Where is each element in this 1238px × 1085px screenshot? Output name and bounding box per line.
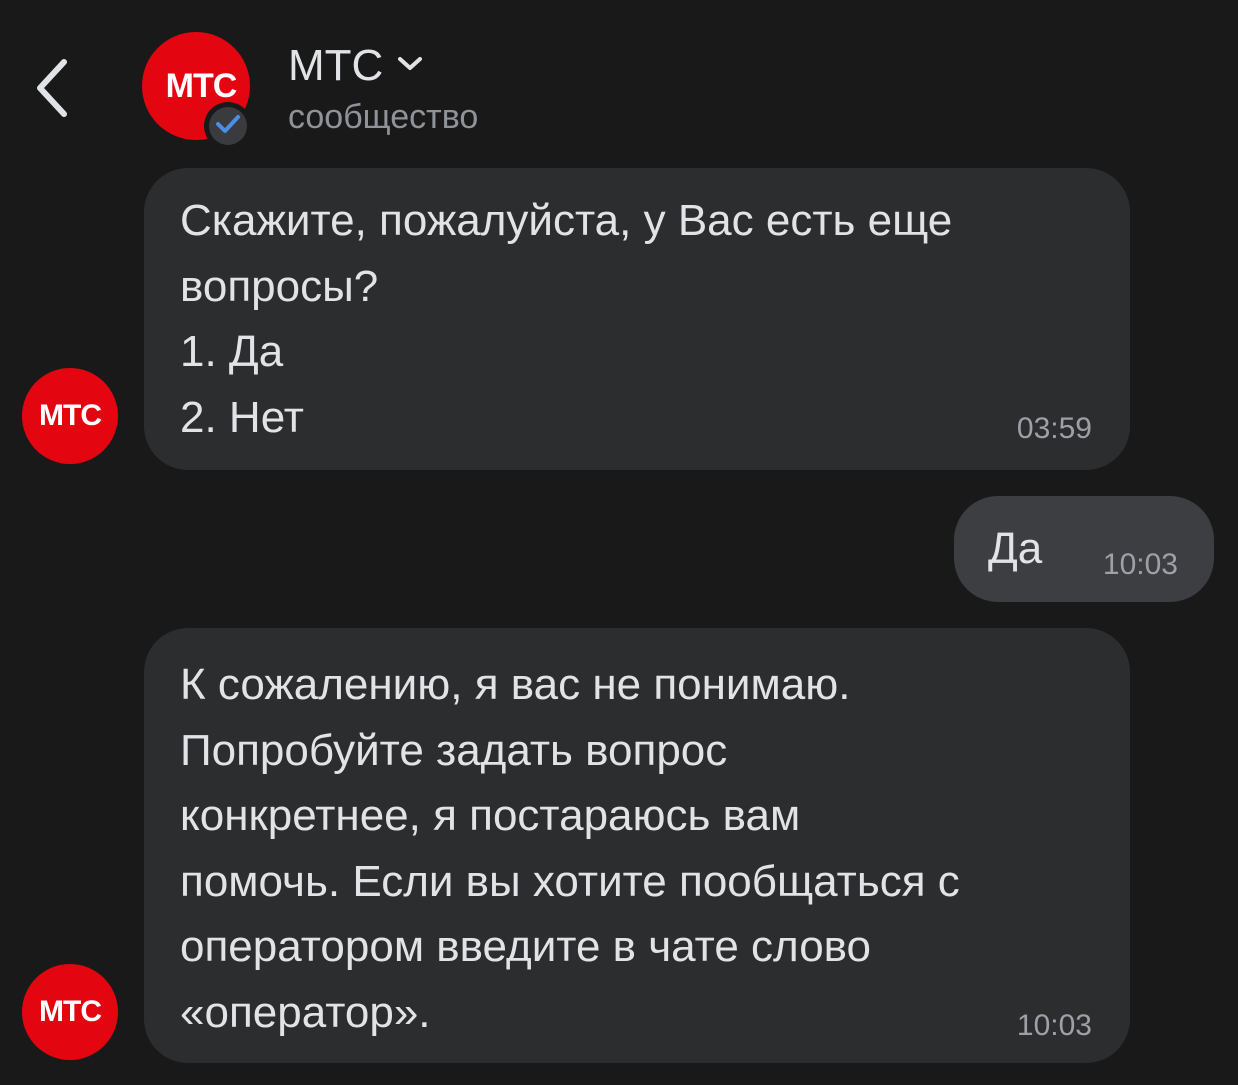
chat-title: МТС xyxy=(288,41,384,90)
chevron-left-icon xyxy=(32,56,72,125)
chevron-down-icon xyxy=(397,56,423,77)
back-button[interactable] xyxy=(22,50,82,130)
mts-logo: МТС xyxy=(22,368,118,464)
mts-logo: МТС xyxy=(22,964,118,1060)
message-text: Скажите, пожалуйста, у Вас есть еще вопр… xyxy=(180,196,953,442)
message-bubble-incoming[interactable]: Скажите, пожалуйста, у Вас есть еще вопр… xyxy=(144,168,1130,470)
message-time: 10:03 xyxy=(1102,548,1178,581)
message-text: К сожалению, я вас не понимаю. Попробуйт… xyxy=(180,660,960,1037)
community-avatar[interactable]: МТС xyxy=(142,32,252,150)
verified-check-icon xyxy=(215,113,241,140)
message-text: Да xyxy=(988,524,1043,573)
message-bubble-incoming[interactable]: К сожалению, я вас не понимаю. Попробуйт… xyxy=(144,628,1130,1063)
chat-screen: МТС МТС сообщество МТС Скажите, пожалуйс… xyxy=(0,0,1238,1085)
message-time: 03:59 xyxy=(1016,412,1092,445)
sender-avatar[interactable]: МТС xyxy=(22,368,118,464)
message-time: 10:03 xyxy=(1016,1009,1092,1042)
verified-badge xyxy=(204,102,252,150)
chat-subtitle: сообщество xyxy=(288,98,479,136)
chat-title-button[interactable]: МТС xyxy=(288,40,423,92)
message-bubble-outgoing[interactable]: Да 10:03 xyxy=(954,496,1214,602)
sender-avatar[interactable]: МТС xyxy=(22,964,118,1060)
